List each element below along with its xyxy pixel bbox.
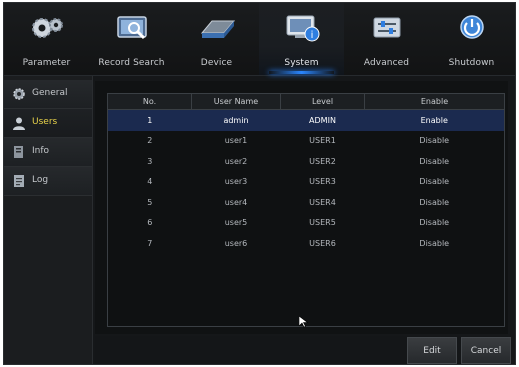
column-header-enable: Enable xyxy=(364,94,504,110)
cell-enable: Disable xyxy=(419,218,450,228)
advanced-settings-icon xyxy=(368,13,406,47)
cell-no: 4 xyxy=(147,177,153,187)
gears-icon xyxy=(28,13,66,47)
column-header-no: No. xyxy=(108,94,192,110)
cell-level: USER6 xyxy=(309,238,336,248)
toolbar-parameter[interactable]: Parameter xyxy=(4,3,89,75)
dvr-window: Parameter Record Search Device i System … xyxy=(3,2,516,365)
sidebar-item-label: Log xyxy=(32,175,49,185)
toolbar-label: Advanced xyxy=(363,58,410,68)
column-header-user-name: User Name xyxy=(191,94,281,110)
edit-button[interactable]: Edit xyxy=(407,337,457,364)
cell-user-name: user4 xyxy=(224,197,248,207)
toolbar-shutdown[interactable]: Shutdown xyxy=(429,3,514,75)
table-row[interactable]: 6 user5 USER5 Disable xyxy=(108,213,504,234)
mouse-cursor-icon xyxy=(298,313,309,332)
toolbar-label: Parameter xyxy=(22,58,71,68)
toolbar-label: Shutdown xyxy=(448,58,495,68)
table-row[interactable]: 5 user4 USER4 Disable xyxy=(108,192,504,213)
table-row[interactable]: 3 user2 USER2 Disable xyxy=(108,151,504,172)
toolbar-system[interactable]: i System xyxy=(259,3,344,75)
cell-user-name: admin xyxy=(191,109,281,131)
record-search-icon xyxy=(113,13,151,47)
gear-icon xyxy=(12,86,26,105)
svg-text:i: i xyxy=(310,30,313,41)
cell-user-name: user1 xyxy=(224,136,248,146)
cell-level: ADMIN xyxy=(280,109,365,131)
cell-user-name: user6 xyxy=(224,238,248,248)
table-header-row: No. User Name Level Enable xyxy=(108,94,504,110)
cell-level: USER5 xyxy=(309,218,336,228)
toolbar-label: System xyxy=(284,58,319,68)
cell-user-name: user3 xyxy=(224,177,248,187)
cell-user-name: user5 xyxy=(224,218,248,228)
toolbar-device[interactable]: Device xyxy=(174,3,259,75)
sidebar-item-label: Users xyxy=(32,117,58,127)
table-row[interactable]: 2 user1 USER1 Disable xyxy=(108,131,504,152)
cell-enable: Disable xyxy=(419,136,450,146)
cell-no: 2 xyxy=(147,136,153,146)
table-row[interactable]: 4 user3 USER3 Disable xyxy=(108,172,504,193)
sidebar-item-info[interactable]: Info xyxy=(4,138,92,167)
column-header-level: Level xyxy=(280,94,365,110)
users-panel: No. User Name Level Enable 1 admin ADMIN… xyxy=(95,81,508,334)
toolbar-record-search[interactable]: Record Search xyxy=(89,3,174,75)
action-bar: Edit Cancel xyxy=(95,336,511,364)
top-toolbar: Parameter Record Search Device i System … xyxy=(4,3,515,76)
cell-no: 5 xyxy=(147,197,153,207)
sidebar-item-users[interactable]: Users xyxy=(4,109,92,138)
cell-user-name: user2 xyxy=(224,156,248,166)
cell-level: USER1 xyxy=(309,136,336,146)
cell-no: 6 xyxy=(147,218,153,228)
cell-no: 1 xyxy=(108,109,192,131)
toolbar-label: Record Search xyxy=(98,58,165,68)
toolbar-label: Device xyxy=(200,58,233,68)
cell-level: USER4 xyxy=(309,197,336,207)
cell-enable: Disable xyxy=(419,238,450,248)
sidebar-item-label: Info xyxy=(32,146,50,156)
cell-enable: Disable xyxy=(419,156,450,166)
system-info-icon: i xyxy=(283,13,321,47)
cancel-button[interactable]: Cancel xyxy=(461,337,511,364)
cell-no: 7 xyxy=(147,238,153,248)
table-row[interactable]: 1 admin ADMIN Enable xyxy=(108,109,504,131)
sidebar: General Users Info Log xyxy=(4,76,93,364)
power-icon xyxy=(453,13,491,47)
users-table: No. User Name Level Enable 1 admin ADMIN… xyxy=(107,93,505,327)
cell-enable: Disable xyxy=(419,177,450,187)
sidebar-item-log[interactable]: Log xyxy=(4,167,92,196)
sidebar-item-general[interactable]: General xyxy=(4,80,92,109)
log-icon xyxy=(12,173,26,192)
active-tab-indicator xyxy=(269,71,334,74)
cell-level: USER3 xyxy=(309,177,336,187)
cell-enable: Disable xyxy=(419,197,450,207)
cell-no: 3 xyxy=(147,156,153,166)
table-row[interactable]: 7 user6 USER6 Disable xyxy=(108,233,504,254)
cell-level: USER2 xyxy=(309,156,336,166)
info-icon xyxy=(12,144,26,163)
cell-enable: Enable xyxy=(364,109,504,131)
sidebar-item-label: General xyxy=(32,88,68,98)
hard-drive-icon xyxy=(198,13,236,47)
toolbar-advanced[interactable]: Advanced xyxy=(344,3,429,75)
user-icon xyxy=(12,115,26,134)
